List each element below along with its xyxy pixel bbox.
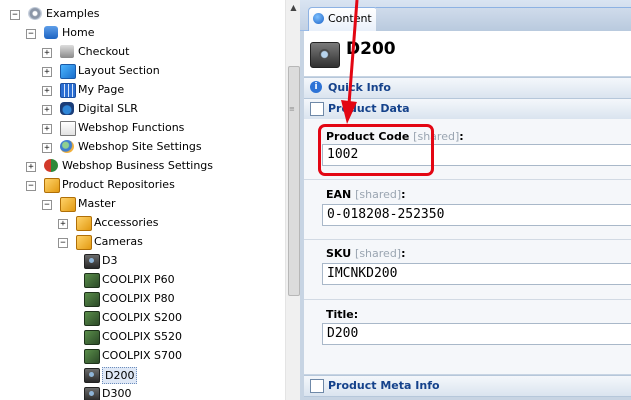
expand-icon[interactable]: + (42, 67, 52, 77)
title-label: Title: (326, 308, 359, 321)
compact-camera-icon (84, 311, 100, 326)
cart-icon (60, 45, 74, 58)
expand-icon[interactable]: + (42, 124, 52, 134)
compact-camera-icon (84, 273, 100, 288)
expand-icon[interactable]: + (42, 86, 52, 96)
camera-lens-icon (60, 102, 74, 115)
scroll-up-arrow-icon[interactable]: ▲ (286, 0, 301, 15)
section-quick-info[interactable]: i Quick Info (304, 77, 631, 99)
tree-item-label: Home (62, 26, 95, 39)
field-divider (304, 239, 631, 240)
content-tree: − Examples − Home + Checkout + Layout Section + M… (0, 0, 285, 400)
tree-item-label: Product Repositories (62, 178, 175, 191)
compact-camera-icon (84, 330, 100, 345)
tree-item-label: D3 (102, 254, 118, 267)
item-title: D200 (346, 39, 396, 59)
expand-icon[interactable]: + (26, 162, 36, 172)
collapse-icon[interactable]: − (26, 181, 36, 191)
cube-icon (76, 216, 92, 231)
scroll-grip-icon: ≡ (289, 105, 295, 113)
tree-item-label: COOLPIX S520 (102, 330, 183, 343)
tree-item-label: Accessories (94, 216, 159, 229)
grid-icon (60, 83, 76, 98)
field-divider (304, 299, 631, 300)
compact-camera-icon (84, 292, 100, 307)
section-document-icon (310, 102, 324, 116)
home-icon (44, 26, 58, 39)
cube-icon (44, 178, 60, 193)
info-icon: i (310, 81, 322, 93)
tree-item-label: Webshop Functions (78, 121, 185, 134)
expand-icon[interactable]: + (42, 143, 52, 153)
content-tab-icon (313, 13, 324, 24)
tree-item-label: COOLPIX S700 (102, 349, 183, 362)
tab-content[interactable]: Content (308, 7, 378, 31)
tree-item-label: D300 (102, 387, 132, 400)
tab-strip-background (376, 7, 631, 31)
section-product-data-label: Product Data (328, 102, 410, 115)
gear-icon (28, 7, 42, 20)
tree-item-label: Checkout (78, 45, 130, 58)
collapse-icon[interactable]: − (58, 238, 68, 248)
tree-item-label: Webshop Site Settings (78, 140, 202, 153)
cube-icon (76, 235, 92, 250)
content-editor: Content D200 i Quick Info Product Data P… (300, 0, 631, 400)
expand-icon[interactable]: + (42, 105, 52, 115)
cube-icon (60, 197, 76, 212)
tree-item-label: COOLPIX P60 (102, 273, 175, 286)
collapse-icon[interactable]: − (10, 10, 20, 20)
section-document-icon (310, 379, 324, 393)
collapse-icon[interactable]: − (42, 200, 52, 210)
tree-item-label: My Page (78, 83, 125, 96)
title-input[interactable]: D200 (322, 323, 631, 345)
section-quick-info-label: Quick Info (328, 81, 391, 94)
camera-icon (310, 42, 340, 68)
tree-item-label: Webshop Business Settings (62, 159, 214, 172)
page-icon (60, 121, 76, 136)
business-icon (44, 159, 58, 172)
tab-strip: Content (300, 0, 631, 31)
expand-icon[interactable]: + (58, 219, 68, 229)
sku-label: SKU [shared]: (326, 247, 406, 260)
ean-input[interactable]: 0-018208-252350 (322, 204, 631, 226)
section-product-meta-info[interactable]: Product Meta Info (304, 375, 631, 397)
tree-item-label: Cameras (94, 235, 143, 248)
section-product-data[interactable]: Product Data (304, 98, 631, 120)
tree-item-label: D200 (102, 367, 138, 384)
camera-icon (84, 368, 100, 383)
layout-icon (60, 64, 76, 79)
tree-scrollbar[interactable]: ▲ ≡ (285, 0, 301, 400)
collapse-icon[interactable]: − (26, 29, 36, 39)
expand-icon[interactable]: + (42, 48, 52, 58)
tree-item-label: Digital SLR (78, 102, 138, 115)
camera-icon (84, 254, 100, 269)
tree-item-label: COOLPIX P80 (102, 292, 175, 305)
globe-settings-icon (60, 140, 74, 153)
item-header: D200 (304, 31, 631, 76)
tree-item-label: COOLPIX S200 (102, 311, 183, 324)
section-product-meta-info-label: Product Meta Info (328, 379, 440, 392)
tab-content-label: Content (328, 12, 372, 25)
field-divider (304, 179, 631, 180)
sku-input[interactable]: IMCNKD200 (322, 263, 631, 285)
camera-icon (84, 387, 100, 400)
compact-camera-icon (84, 349, 100, 364)
ean-label: EAN [shared]: (326, 188, 406, 201)
tree-item-label: Layout Section (78, 64, 160, 77)
tree-item-label: Master (78, 197, 116, 210)
scrollbar-thumb[interactable] (288, 66, 300, 296)
highlight-box (318, 124, 434, 176)
tree-item-label: Examples (46, 7, 100, 20)
